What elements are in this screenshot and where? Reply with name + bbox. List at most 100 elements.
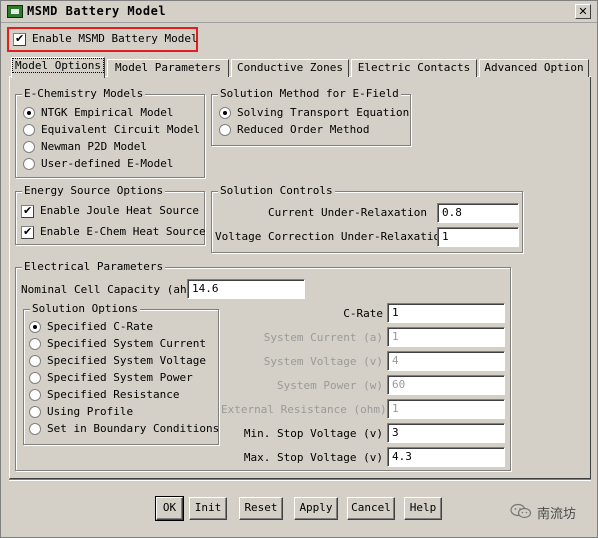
radio-icon[interactable] [29,423,41,435]
radio-using-profile[interactable]: Using Profile [29,405,133,419]
app-icon [7,5,23,18]
external-resistance-input[interactable]: 1 [387,399,505,419]
close-button[interactable]: ✕ [575,4,591,19]
checkbox-echem-heat[interactable]: Enable E-Chem Heat Source [21,225,206,239]
radio-icon[interactable] [29,406,41,418]
radio-system-current[interactable]: Specified System Current [29,337,206,351]
radio-label: Using Profile [47,405,134,418]
apply-button[interactable]: Apply [294,497,338,520]
external-resistance-label: External Resistance (ohm) [221,403,387,416]
radio-label: Reduced Order Method [237,123,370,136]
help-button[interactable]: Help [404,497,442,520]
tab-model-parameters[interactable]: Model Parameters [107,59,229,77]
max-stop-voltage-label: Max. Stop Voltage (v) [243,451,383,464]
reset-button[interactable]: Reset [239,497,283,520]
radio-icon[interactable] [23,141,35,153]
max-stop-voltage-input[interactable]: 4.3 [387,447,505,467]
radio-icon[interactable] [29,389,41,401]
radio-label: Specified System Current [47,337,206,350]
radio-newman-p2d[interactable]: Newman P2D Model [23,140,147,154]
min-stop-voltage-label: Min. Stop Voltage (v) [243,427,383,440]
system-voltage-input[interactable]: 4 [387,351,505,371]
radio-label: Set in Boundary Conditions [47,422,220,435]
cancel-button[interactable]: Cancel [347,497,395,520]
group-title: Solution Options [30,302,140,315]
group-title: Electrical Parameters [22,260,166,273]
solution-method-group: Solution Method for E-Field [211,87,411,146]
system-current-input[interactable]: 1 [387,327,505,347]
voltage-relaxation-input[interactable]: 1 [437,227,519,247]
ok-button[interactable]: OK [155,496,184,521]
checkbox-joule-heat[interactable]: Enable Joule Heat Source [21,204,199,218]
watermark-text: 南流坊 [537,507,577,522]
radio-icon[interactable] [29,321,41,333]
system-power-label: System Power (w) [277,379,383,392]
tab-label: Conductive Zones [237,61,343,74]
tab-model-options[interactable]: Model Options [11,57,105,78]
radio-icon[interactable] [23,158,35,170]
radio-boundary-conditions[interactable]: Set in Boundary Conditions [29,422,219,436]
title-bar[interactable]: MSMD Battery Model ✕ [1,1,597,23]
radio-system-voltage[interactable]: Specified System Voltage [29,354,206,368]
radio-icon[interactable] [23,124,35,136]
checkbox-icon[interactable] [21,225,34,239]
radio-specified-resistance[interactable]: Specified Resistance [29,388,179,402]
watermark: 南流坊 [510,501,594,523]
tab-label: Advanced Option [484,61,584,74]
radio-label: Newman P2D Model [41,140,147,153]
radio-reduced-order[interactable]: Reduced Order Method [219,123,369,137]
radio-user-defined[interactable]: User-defined E-Model [23,157,173,171]
system-power-input[interactable]: 60 [387,375,505,395]
checkbox-label: Enable Joule Heat Source [40,204,199,217]
radio-icon[interactable] [29,372,41,384]
checkbox-icon[interactable] [13,32,26,46]
radio-label: Specified C-Rate [47,320,153,333]
radio-label: NTGK Empirical Model [41,106,174,119]
group-title: Solution Controls [218,184,335,197]
radio-label: Specified Resistance [47,388,180,401]
c-rate-input[interactable]: 1 [387,303,505,323]
checkbox-icon[interactable] [21,204,34,218]
checkbox-label: Enable E-Chem Heat Source [40,225,206,238]
init-button[interactable]: Init [189,497,227,520]
group-title: Energy Source Options [22,184,166,197]
group-title: Solution Method for E-Field [218,87,401,100]
system-voltage-label: System Voltage (v) [263,355,383,368]
radio-label: Equivalent Circuit Model [41,123,200,136]
radio-label: Solving Transport Equation [237,106,410,119]
c-rate-label: C-Rate [343,307,383,320]
radio-label: Specified System Power [47,371,193,384]
radio-ntgk[interactable]: NTGK Empirical Model [23,106,173,120]
voltage-relaxation-label: Voltage Correction Under-Relaxation [215,230,447,243]
radio-specified-c-rate[interactable]: Specified C-Rate [29,320,153,334]
tab-conductive-zones[interactable]: Conductive Zones [231,59,349,77]
radio-label: User-defined E-Model [41,157,174,170]
enable-msmd-label: Enable MSMD Battery Model [32,32,198,45]
capacity-label: Nominal Cell Capacity (ah) [21,283,194,296]
window-title: MSMD Battery Model [27,4,167,18]
enable-msmd-checkbox[interactable]: Enable MSMD Battery Model [13,32,198,46]
tab-label: Model Parameters [115,61,221,74]
current-relaxation-input[interactable]: 0.8 [437,203,519,223]
current-relaxation-label: Current Under-Relaxation [268,206,427,219]
tab-label: Model Options [11,58,105,73]
radio-icon[interactable] [29,355,41,367]
radio-icon[interactable] [23,107,35,119]
button-separator [9,479,591,481]
min-stop-voltage-input[interactable]: 3 [387,423,505,443]
radio-label: Specified System Voltage [47,354,206,367]
capacity-input[interactable]: 14.6 [187,279,305,299]
tab-electric-contacts[interactable]: Electric Contacts [351,59,477,77]
tab-advanced-option[interactable]: Advanced Option [479,59,589,77]
battery-model-dialog: MSMD Battery Model ✕ Enable MSMD Battery… [0,0,598,538]
radio-system-power[interactable]: Specified System Power [29,371,193,385]
radio-icon[interactable] [219,107,231,119]
group-title: E-Chemistry Models [22,87,146,100]
radio-equivalent-circuit[interactable]: Equivalent Circuit Model [23,123,200,137]
tab-label: Electric Contacts [357,61,471,74]
radio-icon[interactable] [219,124,231,136]
radio-solving-transport[interactable]: Solving Transport Equation [219,106,409,120]
close-icon: ✕ [578,5,588,18]
radio-icon[interactable] [29,338,41,350]
system-current-label: System Current (a) [263,331,383,344]
